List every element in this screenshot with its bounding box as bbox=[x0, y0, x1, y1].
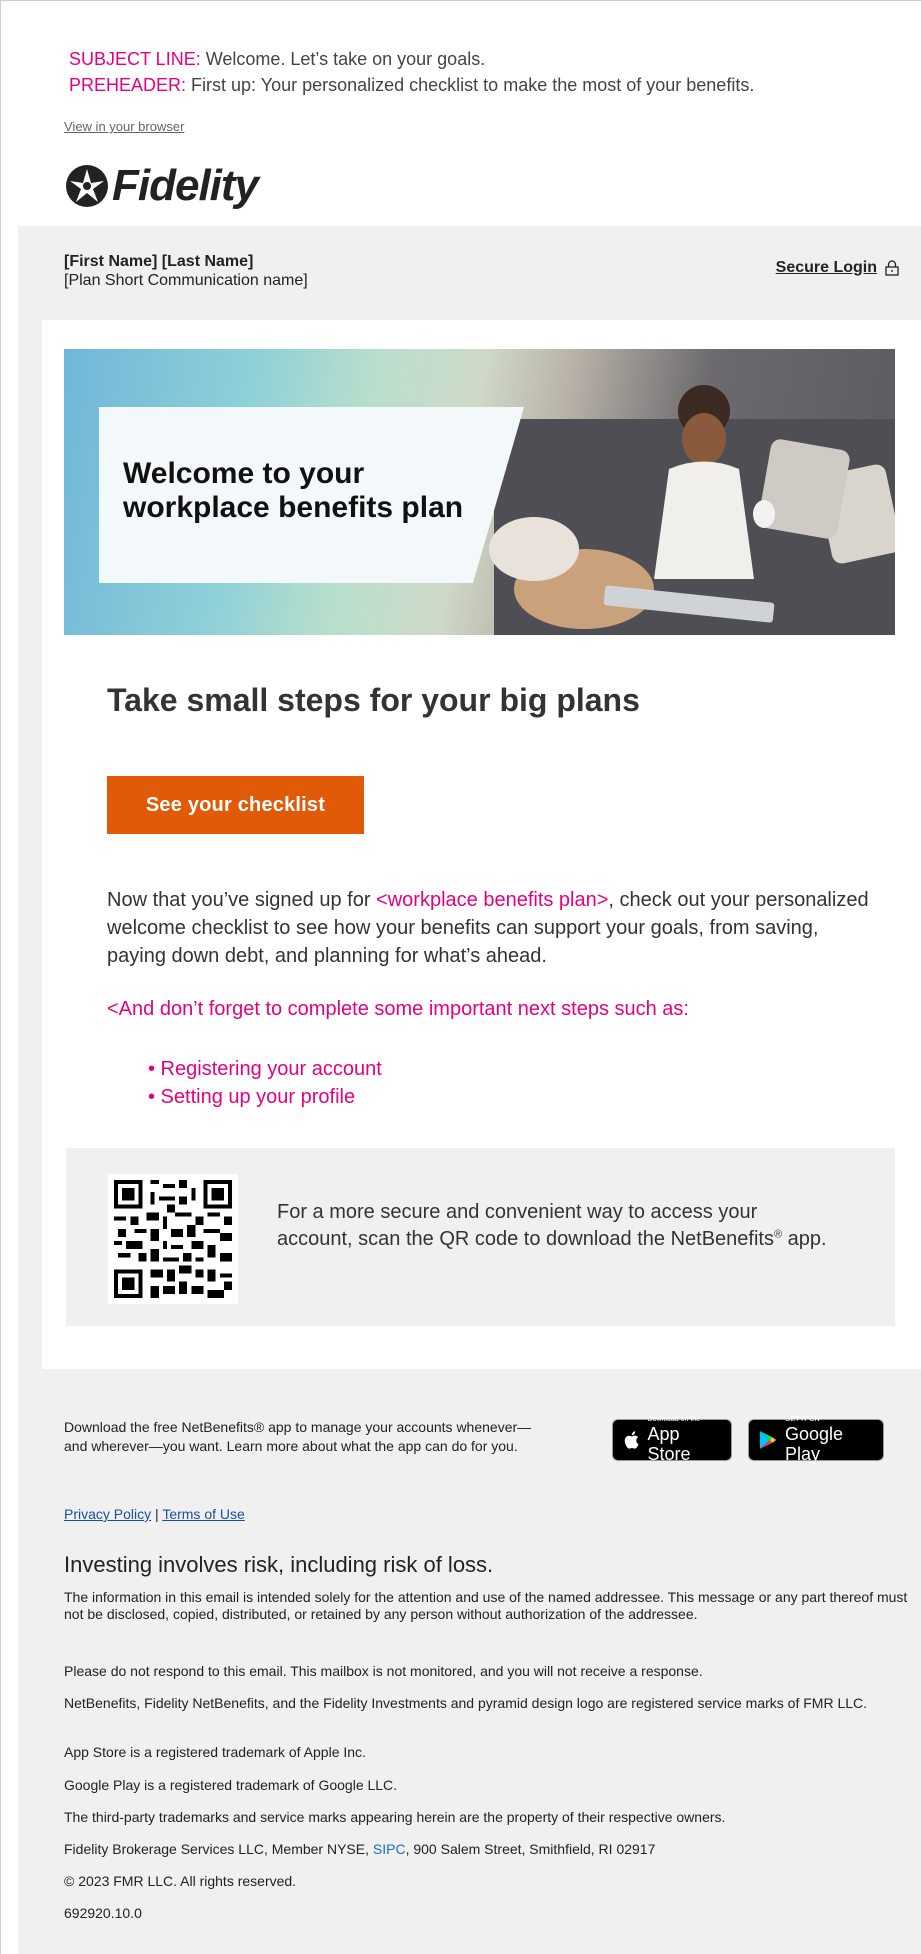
subject-line: SUBJECT LINE: Welcome. Let’s take on you… bbox=[69, 46, 754, 72]
risk-statement: Investing involves risk, including risk … bbox=[64, 1552, 494, 1577]
disclaimer-google-play: Google Play is a registered trademark of… bbox=[64, 1777, 398, 1793]
preheader-line: PREHEADER: First up: Your personalized c… bbox=[69, 72, 754, 98]
app-store-small: Download on the bbox=[647, 1416, 701, 1423]
secure-login-label: Secure Login bbox=[775, 259, 877, 276]
footer-links: Privacy Policy | Terms of Use bbox=[64, 1506, 245, 1522]
app-store-button[interactable]: Download on the App Store bbox=[612, 1416, 732, 1464]
app-store-big: App Store bbox=[647, 1424, 691, 1464]
brokerage-text-a: Fidelity Brokerage Services LLC, Member … bbox=[64, 1841, 373, 1857]
hero-title: Welcome to your workplace benefits plan bbox=[123, 457, 463, 525]
terms-of-use-link[interactable]: Terms of Use bbox=[162, 1506, 244, 1522]
link-separator: | bbox=[151, 1506, 163, 1522]
qr-text-a: For a more secure and convenient way to … bbox=[277, 1201, 774, 1250]
download-app-text: Download the free NetBenefits® app to ma… bbox=[64, 1419, 532, 1454]
qr-text-b: app. bbox=[782, 1228, 827, 1250]
google-play-big: Google Play bbox=[784, 1424, 843, 1464]
copyright: © 2023 FMR LLC. All rights reserved. bbox=[64, 1873, 297, 1889]
qr-code-icon bbox=[114, 1180, 232, 1298]
intro-text-a: Now that you’ve signed up for bbox=[107, 889, 377, 911]
disclaimer-brokerage: Fidelity Brokerage Services LLC, Member … bbox=[64, 1841, 910, 1858]
plan-placeholder: <workplace benefits plan> bbox=[376, 889, 609, 911]
user-block: [First Name] [Last Name] [Plan Short Com… bbox=[64, 252, 308, 290]
apple-icon bbox=[624, 1431, 639, 1449]
disclaimer-app-store: App Store is a registered trademark of A… bbox=[64, 1744, 366, 1760]
app-store-label: Download on the App Store bbox=[648, 1416, 721, 1464]
list-item: • Registering your account bbox=[148, 1058, 382, 1080]
qr-registered-mark: ® bbox=[773, 1228, 783, 1241]
sipc-link[interactable]: SIPC bbox=[373, 1841, 406, 1857]
google-play-label: GET IT ON Google Play bbox=[785, 1416, 873, 1464]
disclaimer-third-party: The third-party trademarks and service m… bbox=[64, 1809, 726, 1825]
list-item: • Setting up your profile bbox=[148, 1086, 356, 1108]
plan-name: [Plan Short Communication name] bbox=[64, 272, 308, 289]
secure-login-link[interactable]: Secure Login bbox=[776, 259, 899, 277]
next-steps-intro: <And don’t forget to complete some impor… bbox=[107, 998, 689, 1020]
google-play-button[interactable]: GET IT ON Google Play bbox=[748, 1416, 884, 1464]
disclaimer-service-marks: NetBenefits, Fidelity NetBenefits, and t… bbox=[64, 1695, 868, 1711]
user-name: [First Name] [Last Name] bbox=[64, 253, 254, 270]
next-steps-list: • Registering your account • Setting up … bbox=[148, 1055, 382, 1111]
section-heading: Take small steps for your big plans bbox=[107, 682, 640, 718]
intro-paragraph: Now that you’ve signed up for <workplace… bbox=[107, 886, 877, 970]
fidelity-logo[interactable]: Fidelity INVESTMENTS bbox=[64, 158, 264, 234]
privacy-policy-link[interactable]: Privacy Policy bbox=[64, 1506, 151, 1522]
qr-code bbox=[108, 1174, 238, 1304]
hero-title-line-1: Welcome to your bbox=[123, 457, 365, 490]
pyramid-logo-icon bbox=[66, 165, 108, 207]
logo-word: Fidelity bbox=[112, 161, 259, 210]
google-play-small: GET IT ON bbox=[784, 1416, 820, 1423]
subject-value: Welcome. Let’s take on your goals. bbox=[200, 49, 486, 69]
logo-wordmark: Fidelity INVESTMENTS bbox=[112, 161, 264, 234]
disclaimer-confidentiality: The information in this email is intende… bbox=[64, 1589, 908, 1622]
preheader-value: First up: Your personalized checklist to… bbox=[186, 75, 755, 95]
view-in-browser-link[interactable]: View in your browser bbox=[64, 119, 184, 134]
preheader-key: PREHEADER: bbox=[69, 75, 187, 95]
subject-key: SUBJECT LINE: bbox=[69, 49, 201, 69]
see-checklist-button[interactable]: See your checklist bbox=[107, 776, 364, 834]
lock-icon bbox=[885, 260, 899, 276]
email-meta: SUBJECT LINE: Welcome. Let’s take on you… bbox=[69, 46, 754, 98]
disclaimer-no-reply: Please do not respond to this email. Thi… bbox=[64, 1663, 703, 1679]
brokerage-text-b: , 900 Salem Street, Smithfield, RI 02917 bbox=[405, 1841, 656, 1857]
document-id: 692920.10.0 bbox=[64, 1905, 142, 1921]
qr-description: For a more secure and convenient way to … bbox=[277, 1199, 837, 1253]
hero-banner: Welcome to your workplace benefits plan bbox=[64, 349, 895, 635]
hero-title-line-2: workplace benefits plan bbox=[123, 491, 464, 524]
google-play-icon bbox=[759, 1431, 777, 1449]
